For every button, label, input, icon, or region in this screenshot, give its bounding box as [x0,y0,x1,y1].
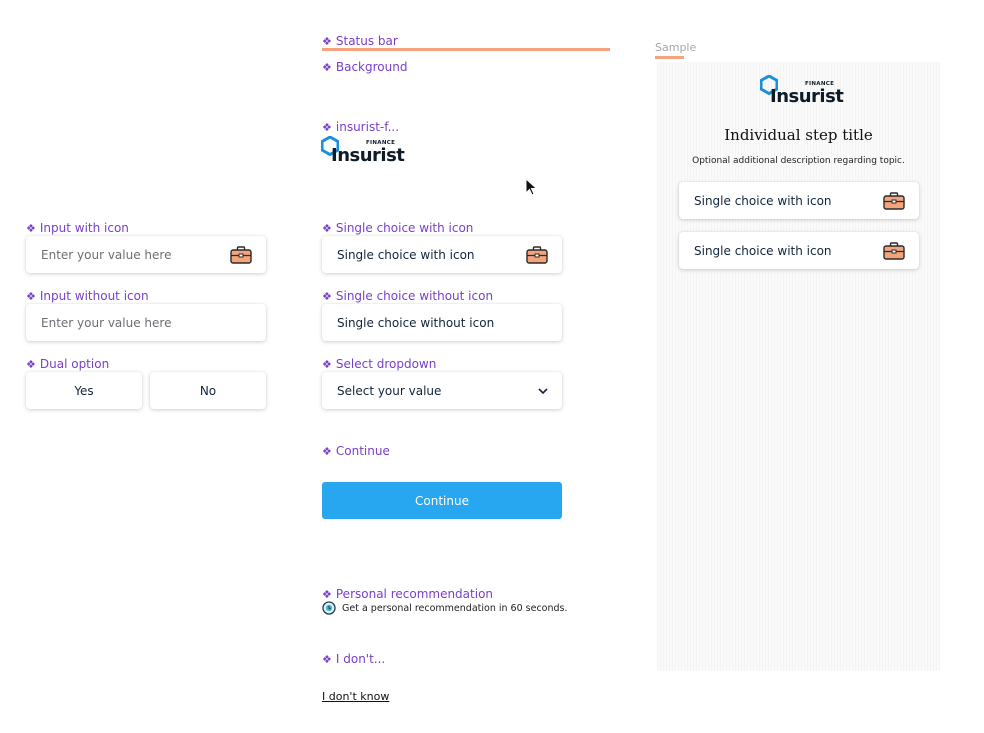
select-value: Select your value [337,383,442,398]
component-diamond-icon: ❖ [322,289,332,303]
background-label: ❖ Background [322,60,407,74]
recommendation-text: Get a personal recommendation in 60 seco… [342,603,568,614]
dual-option-yes-button[interactable]: Yes [26,372,142,409]
component-diamond-icon: ❖ [322,221,332,235]
single-choice-without-icon-label-text: Single choice without icon [335,289,494,303]
single-choice-without-icon-label: ❖ Single choice without icon [322,289,493,303]
sample-label: Sample [655,41,697,54]
component-diamond-icon: ❖ [322,444,332,458]
input-without-icon-label-text: Input without icon [39,289,149,303]
component-diamond-icon: ❖ [322,34,332,48]
background-label-text: Background [335,60,408,74]
logo-component-label: ❖ insurist-f... [322,120,399,134]
continue-button[interactable]: Continue [322,482,562,519]
input-without-icon-label: ❖ Input without icon [26,289,149,303]
briefcase-icon [883,191,905,210]
sample-frame: FINANCE Insurist Individual step title O… [657,62,940,671]
single-choice-with-icon[interactable]: Single choice with icon [322,236,562,273]
logo-word: Insurist [770,86,844,107]
choice-label: Single choice without icon [337,315,495,330]
component-diamond-icon: ❖ [322,652,332,666]
logo-word: Insurist [331,145,405,166]
chevron-down-icon [538,387,548,394]
continue-label-text: Continue [335,444,390,458]
choice-label: Single choice with icon [694,193,832,208]
briefcase-icon [526,245,548,264]
mouse-cursor-icon [525,178,538,196]
i-dont-label: ❖ I don't... [322,652,385,666]
single-choice-without-icon[interactable]: Single choice without icon [322,304,562,341]
step-title: Individual step title [724,126,873,144]
select-dropdown-label: ❖ Select dropdown [322,357,436,371]
status-bar[interactable] [322,48,610,51]
choice-label: Single choice with icon [694,243,832,258]
single-choice-with-icon-label: ❖ Single choice with icon [322,221,473,235]
component-diamond-icon: ❖ [322,120,332,134]
status-bar-label: ❖ Status bar [322,34,398,48]
continue-button-label: Continue [415,493,469,508]
dual-option-label: ❖ Dual option [26,357,109,371]
component-diamond-icon: ❖ [322,357,332,371]
sample-underline [655,56,684,59]
i-dont-label-text: I don't... [335,652,386,666]
single-choice-with-icon-label-text: Single choice with icon [335,221,474,235]
select-dropdown-label-text: Select dropdown [335,357,437,371]
step-description: Optional additional description regardin… [692,156,905,166]
component-diamond-icon: ❖ [26,357,36,371]
input-placeholder: Enter your value here [41,247,172,262]
sample-choice-option[interactable]: Single choice with icon [679,182,919,219]
select-dropdown[interactable]: Select your value [322,372,562,409]
input-with-icon-label-text: Input with icon [39,221,129,235]
briefcase-icon [230,245,252,264]
continue-label: ❖ Continue [322,444,390,458]
briefcase-icon [883,241,905,260]
status-bar-label-text: Status bar [335,34,398,48]
component-diamond-icon: ❖ [26,221,36,235]
input-with-icon[interactable]: Enter your value here [26,236,266,273]
component-diamond-icon: ❖ [322,587,332,601]
no-label: No [199,383,217,398]
personal-recommendation-label-text: Personal recommendation [335,587,494,601]
dual-option-no-button[interactable]: No [150,372,266,409]
dual-option-label-text: Dual option [39,357,110,371]
choice-label: Single choice with icon [337,247,475,262]
logo-component-label-text: insurist-f... [335,120,400,134]
insurist-logo[interactable]: FINANCE Insurist [321,135,405,166]
i-dont-know-link[interactable]: I don't know [322,690,389,703]
component-diamond-icon: ❖ [322,60,332,74]
input-placeholder: Enter your value here [41,315,172,330]
input-with-icon-label: ❖ Input with icon [26,221,129,235]
clock-badge-icon [322,601,336,615]
personal-recommendation-label: ❖ Personal recommendation [322,587,493,601]
sample-logo: FINANCE Insurist [760,74,844,107]
input-without-icon[interactable]: Enter your value here [26,304,266,341]
component-diamond-icon: ❖ [26,289,36,303]
sample-choice-option[interactable]: Single choice with icon [679,232,919,269]
yes-label: Yes [74,383,94,398]
